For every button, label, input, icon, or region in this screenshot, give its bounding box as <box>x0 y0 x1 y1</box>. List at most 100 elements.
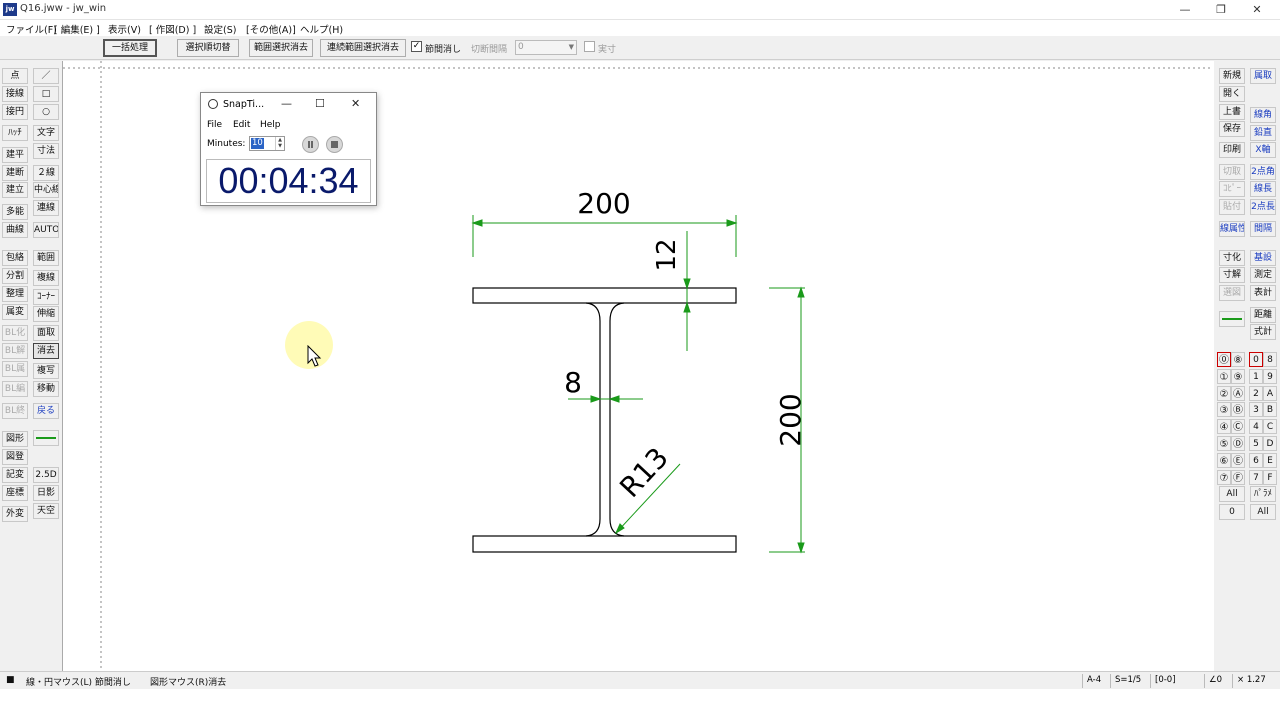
layer-group-5[interactable]: ⑤ <box>1217 436 1231 451</box>
snaptimer-maximize-button[interactable]: ☐ <box>315 97 325 110</box>
menu-other[interactable]: [その他(A)] <box>246 22 296 36</box>
left-tool2-5[interactable]: ２線 <box>33 165 59 181</box>
layer-0[interactable]: 0 <box>1249 352 1263 367</box>
real-size-checkbox[interactable] <box>584 41 595 52</box>
left-tool-13[interactable]: BL化 <box>2 325 28 341</box>
layer-group-9[interactable]: ⑨ <box>1231 368 1245 384</box>
left-tool2-15[interactable]: 複写 <box>33 363 59 379</box>
right-tool2-5[interactable]: 線長 <box>1250 181 1276 197</box>
line-type-swatch[interactable] <box>33 430 59 446</box>
zoom-ratio[interactable]: × 1.27 <box>1232 674 1276 688</box>
minutes-input[interactable]: 10 ▲ ▼ <box>249 136 285 151</box>
left-tool-17[interactable]: BL終 <box>2 403 28 419</box>
paper-size[interactable]: A-4 <box>1082 674 1110 688</box>
left-tool-20[interactable]: 記変 <box>2 467 28 483</box>
left-tool-22[interactable]: 外変 <box>2 506 28 522</box>
right-tool-1[interactable]: 開く <box>1219 86 1245 102</box>
left-tool-15[interactable]: BL属 <box>2 361 28 377</box>
left-tool-21[interactable]: 座標 <box>2 485 28 501</box>
right-tool-0[interactable]: 新規 <box>1219 68 1245 84</box>
right-tool2-1[interactable]: 線角 <box>1250 107 1276 123</box>
left-tool-9[interactable]: 包絡 <box>2 250 28 266</box>
right-tool-8[interactable]: 線属性 <box>1219 221 1245 237</box>
left-tool2-20[interactable]: 天空 <box>33 503 59 519</box>
layer-13[interactable]: D <box>1263 436 1277 451</box>
snaptimer-menu-help[interactable]: Help <box>260 120 281 130</box>
left-tool-12[interactable]: 属変 <box>2 304 28 320</box>
layer-8[interactable]: 8 <box>1263 352 1277 367</box>
cut-interval-select[interactable]: 0 ▼ <box>515 40 577 55</box>
pause-button[interactable] <box>302 136 319 153</box>
right-tool-11[interactable]: 選図 <box>1219 285 1245 301</box>
continuous-range-erase-button[interactable]: 連続範囲選択消去 <box>320 39 406 57</box>
layer-group-1[interactable]: ① <box>1217 368 1231 384</box>
layer-indicator[interactable]: [0-0] <box>1150 674 1204 688</box>
left-tool-4[interactable]: 建平 <box>2 147 28 163</box>
layer-11[interactable]: B <box>1263 402 1277 418</box>
layer-group-7[interactable]: ⑦ <box>1217 469 1231 485</box>
layer-9[interactable]: 9 <box>1263 368 1277 384</box>
left-tool2-2[interactable]: ○ <box>33 104 59 120</box>
right-tool2-2[interactable]: 鉛直 <box>1250 125 1276 141</box>
left-tool-19[interactable]: 図登 <box>2 449 28 465</box>
range-select-erase-button[interactable]: 範囲選択消去 <box>249 39 313 57</box>
right-tool2-0[interactable]: 属取 <box>1250 68 1276 84</box>
layer-2[interactable]: 2 <box>1249 385 1263 401</box>
layer-group-6[interactable]: ⑥ <box>1217 452 1231 468</box>
layer-4[interactable]: 4 <box>1249 419 1263 435</box>
right-tool-7[interactable]: 貼付 <box>1219 199 1245 215</box>
left-tool-1[interactable]: 接線 <box>2 86 28 102</box>
left-tool-6[interactable]: 建立 <box>2 182 28 198</box>
menu-help[interactable]: ヘルプ(H) <box>300 22 343 36</box>
left-tool-7[interactable]: 多能 <box>2 204 28 220</box>
layer-group-2[interactable]: ② <box>1217 385 1231 401</box>
right-tool-12[interactable]: All <box>1219 486 1245 502</box>
close-button[interactable]: ✕ <box>1240 0 1274 20</box>
left-tool2-19[interactable]: 日影 <box>33 485 59 501</box>
right-tool2-3[interactable]: X軸 <box>1250 142 1276 158</box>
left-tool-8[interactable]: 曲線 <box>2 222 28 238</box>
right-tool-2[interactable]: 上書 <box>1219 104 1245 120</box>
left-tool2-0[interactable]: ／ <box>33 68 59 84</box>
right-tool2-6[interactable]: 2点長 <box>1250 199 1276 215</box>
snaptimer-close-button[interactable]: ✕ <box>351 97 360 110</box>
left-tool-18[interactable]: 図形 <box>2 431 28 447</box>
right-tool2-12[interactable]: 式計 <box>1250 324 1276 340</box>
menu-settings[interactable]: 設定(S) <box>204 22 236 36</box>
layer-7[interactable]: 7 <box>1249 469 1263 485</box>
layer-group-10[interactable]: Ⓐ <box>1231 385 1245 401</box>
right-tool2-11[interactable]: 距離 <box>1250 307 1276 323</box>
left-tool-3[interactable]: ﾊｯﾁ <box>2 125 28 141</box>
right-tool-4[interactable]: 印刷 <box>1219 142 1245 158</box>
layer-15[interactable]: F <box>1263 469 1277 485</box>
right-tool2-9[interactable]: 測定 <box>1250 267 1276 283</box>
left-tool-0[interactable]: 点 <box>2 68 28 84</box>
right-tool-5[interactable]: 切取 <box>1219 164 1245 180</box>
layer-10[interactable]: A <box>1263 385 1277 401</box>
left-tool2-16[interactable]: 移動 <box>33 381 59 397</box>
left-tool2-3[interactable]: 文字 <box>33 125 59 141</box>
right-tool-3[interactable]: 保存 <box>1219 121 1245 137</box>
left-tool2-8[interactable]: AUTO <box>33 222 59 238</box>
menu-file[interactable]: ファイル(F) <box>6 22 57 36</box>
layer-group-4[interactable]: ④ <box>1217 419 1231 435</box>
snaptimer-menu-edit[interactable]: Edit <box>233 120 250 130</box>
right-tool-6[interactable]: ｺﾋﾟｰ <box>1219 181 1245 197</box>
spin-down-icon[interactable]: ▼ <box>276 143 284 149</box>
left-tool2-1[interactable]: □ <box>33 86 59 102</box>
left-tool2-18[interactable]: 2.5D <box>33 467 59 483</box>
menu-draw[interactable]: [ 作図(D) ] <box>149 22 196 36</box>
layer-group-12[interactable]: Ⓒ <box>1231 419 1245 435</box>
layer-group-3[interactable]: ③ <box>1217 402 1231 418</box>
left-tool2-17[interactable]: 戻る <box>33 403 59 419</box>
right-tool2-14[interactable]: All <box>1250 504 1276 520</box>
right-tool2-13[interactable]: ﾊﾟﾗﾒ <box>1250 486 1276 502</box>
layer-5[interactable]: 5 <box>1249 436 1263 451</box>
layer-1[interactable]: 1 <box>1249 368 1263 384</box>
minimize-button[interactable]: — <box>1168 0 1202 20</box>
maximize-button[interactable]: ❐ <box>1204 0 1238 20</box>
layer-3[interactable]: 3 <box>1249 402 1263 418</box>
selection-order-button[interactable]: 選択順切替 <box>177 39 239 57</box>
layer-group-8[interactable]: ⑧ <box>1231 352 1245 367</box>
left-tool2-12[interactable]: 伸縮 <box>33 306 59 322</box>
